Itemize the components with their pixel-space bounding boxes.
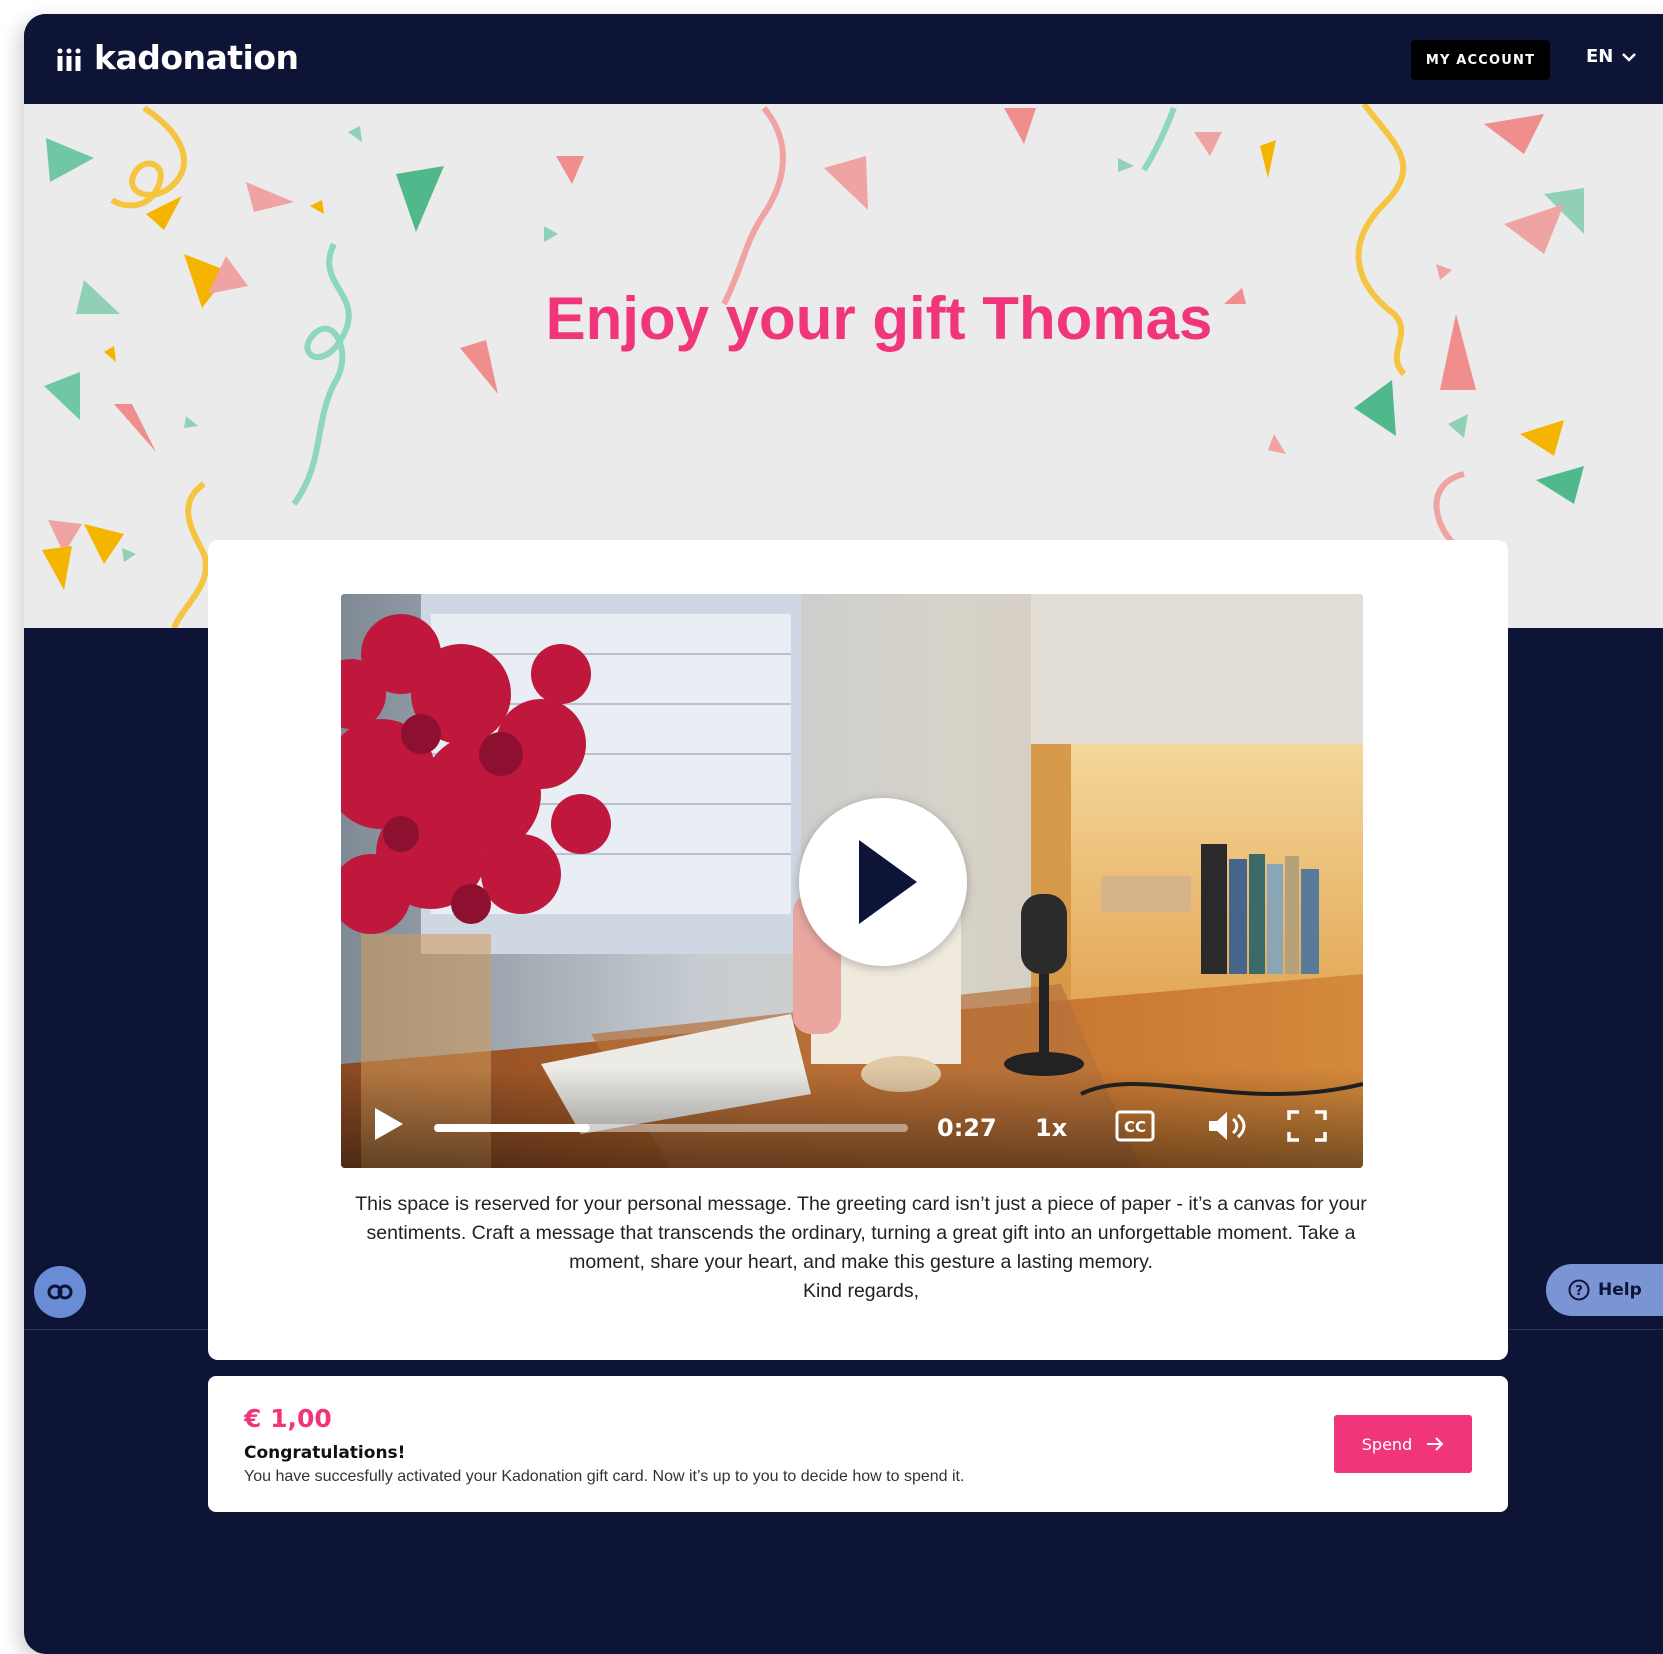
svg-text:CC: CC [1124,1118,1146,1136]
video-progress-fill [434,1124,591,1132]
arrow-right-icon [1427,1437,1444,1451]
closed-captions-icon[interactable]: CC [1115,1110,1155,1142]
video-player[interactable]: 0:27 1x CC [341,594,1363,1168]
spend-button[interactable]: Spend [1334,1415,1472,1473]
playback-speed-button[interactable]: 1x [1035,1114,1067,1142]
spend-label: Spend [1361,1434,1413,1454]
language-selector[interactable]: EN [1586,46,1637,67]
play-icon [859,840,917,924]
fullscreen-icon[interactable] [1287,1110,1327,1142]
personal-message: This space is reserved for your personal… [341,1190,1381,1306]
gift-description: You have succesfully activated your Kado… [244,1468,965,1485]
video-time: 0:27 [937,1114,997,1142]
browser-window: kadonation MY ACCOUNT EN Enjoy your gift… [24,14,1663,1654]
gift-congratulations: Congratulations! [244,1443,406,1463]
accessibility-icon [47,1284,73,1300]
control-play-icon[interactable] [375,1108,403,1140]
greeting-card: 0:27 1x CC This space is reserved for yo… [208,540,1508,1360]
my-account-button[interactable]: MY ACCOUNT [1411,40,1550,80]
svg-text:?: ? [1575,1284,1583,1299]
message-closing: Kind regards, [803,1280,919,1302]
language-label: EN [1586,46,1614,67]
chevron-down-icon [1622,52,1637,62]
logo-mark-icon [57,48,81,71]
question-circle-icon: ? [1568,1279,1590,1301]
volume-icon[interactable] [1207,1110,1249,1142]
video-controls: 0:27 1x CC [341,1068,1363,1168]
accessibility-button[interactable] [34,1266,86,1318]
kadonation-logo[interactable]: kadonation [56,38,299,77]
logo-text: kadonation [94,38,299,77]
video-progress-bar[interactable] [434,1124,908,1132]
gift-card-panel: € 1,00 Congratulations! You have succesf… [208,1376,1508,1512]
video-play-button[interactable] [799,798,967,966]
hero-title: Enjoy your gift Thomas [545,285,1213,352]
gift-amount: € 1,00 [244,1404,332,1433]
message-body: This space is reserved for your personal… [355,1193,1367,1273]
top-navigation: kadonation MY ACCOUNT EN [24,14,1663,104]
help-button[interactable]: ? Help [1546,1264,1663,1316]
help-label: Help [1598,1280,1642,1300]
